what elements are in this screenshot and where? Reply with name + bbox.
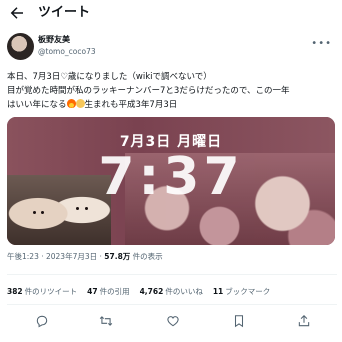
dog-eye xyxy=(85,207,88,210)
retweets-count: 382 xyxy=(7,287,23,296)
tweet-image[interactable]: 7月3日 月曜日 7:37 xyxy=(7,117,335,245)
retweet-icon[interactable] xyxy=(99,314,113,328)
retweets-label: 件のリツイート xyxy=(24,287,78,296)
author-handle[interactable]: @tomo_coco73 xyxy=(38,46,96,57)
tweet-timestamp[interactable]: 午後1:23 · 2023年7月3日 · xyxy=(7,252,104,261)
dog-eye xyxy=(33,211,36,214)
tweet-meta: 午後1:23 · 2023年7月3日 · 57.8万 件の表示 xyxy=(7,252,163,262)
bookmark-icon[interactable] xyxy=(232,314,246,328)
quotes-stat[interactable]: 47 件の引用 xyxy=(87,287,129,297)
more-icon[interactable]: ••• xyxy=(311,38,332,49)
top-bar: ツイート xyxy=(0,0,342,26)
action-bar xyxy=(0,310,342,332)
tweet-text: 本日、7月3日♡歳になりました（wikiで調べないで） 目が覚めた時間が私のラッ… xyxy=(7,70,337,112)
avatar[interactable] xyxy=(7,33,34,60)
tweet-line-3: はいい年になる 生まれも平成3年7月3日 xyxy=(7,98,337,112)
bookmarks-count: 11 xyxy=(212,287,224,296)
bookmarks-stat[interactable]: 11 ブックマーク xyxy=(213,287,270,297)
smile-emoji-icon xyxy=(75,99,85,108)
likes-count: 4,762 xyxy=(139,287,164,296)
tweet-line-1: 本日、7月3日♡歳になりました（wikiで調べないで） xyxy=(7,72,212,82)
likes-label: 件のいいね xyxy=(165,287,203,296)
share-icon[interactable] xyxy=(297,314,311,328)
retweets-stat[interactable]: 382 件のリツイート xyxy=(7,287,77,297)
back-arrow-icon[interactable] xyxy=(8,4,26,22)
page-title: ツイート xyxy=(38,5,91,20)
divider xyxy=(7,274,337,275)
views-count: 57.8万 xyxy=(104,252,131,261)
fire-emoji-icon xyxy=(66,99,76,108)
views-label: 件の表示 xyxy=(130,252,163,261)
tweet-line-2: 目が覚めた時間が私のラッキーナンバー7と3だらけだったので、この一年 xyxy=(7,86,290,96)
tweet-line-3-start: はいい年になる xyxy=(7,100,67,110)
tweet-stats: 382 件のリツイート 47 件の引用 4,762 件のいいね 11 ブックマーク xyxy=(7,287,270,297)
bookmarks-label: ブックマーク xyxy=(225,287,271,296)
author-name[interactable]: 板野友美 xyxy=(38,34,70,45)
quotes-label: 件の引用 xyxy=(99,287,130,296)
divider xyxy=(7,304,337,305)
quotes-count: 47 xyxy=(87,287,98,296)
reply-icon[interactable] xyxy=(35,314,49,328)
dog-eye xyxy=(76,207,79,210)
like-icon[interactable] xyxy=(166,314,180,328)
tweet-line-3-end: 生まれも平成3年7月3日 xyxy=(84,100,178,110)
lockscreen-time: 7:37 xyxy=(98,147,244,207)
dog-eye xyxy=(41,211,44,214)
likes-stat[interactable]: 4,762 件のいいね xyxy=(140,287,203,297)
